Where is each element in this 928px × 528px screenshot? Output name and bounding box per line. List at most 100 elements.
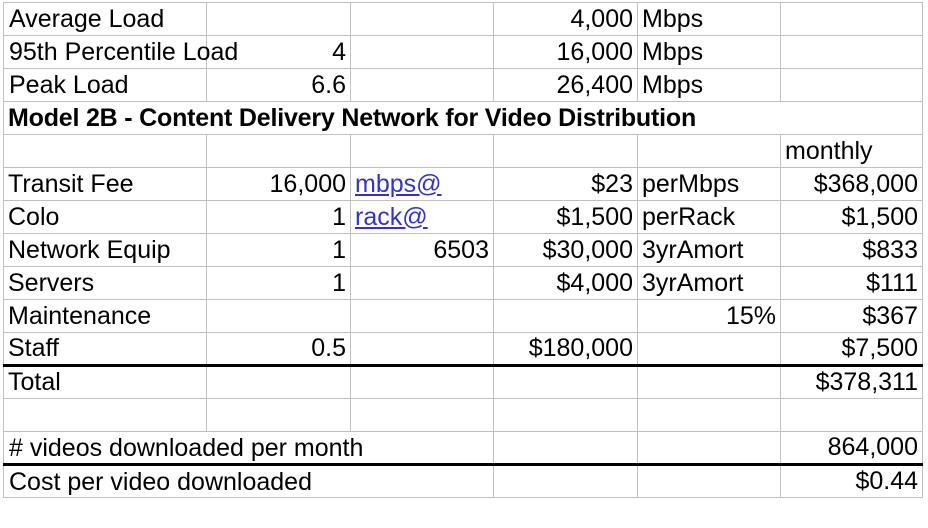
- cell-total-qty[interactable]: [206, 364, 351, 399]
- cell-cost-per-video-value[interactable]: $0.44: [780, 463, 923, 498]
- cell-network-equip-qty[interactable]: 1: [206, 233, 351, 267]
- cell-average-load-rate[interactable]: 4,000: [493, 2, 638, 36]
- cell-staff-monthly[interactable]: $7,500: [780, 332, 923, 366]
- cell-average-load-qty[interactable]: [206, 2, 351, 36]
- table-row[interactable]: Average Load 4,000 Mbps: [3, 2, 923, 36]
- cell-transit-fee-basis[interactable]: perMbps: [637, 167, 781, 201]
- cell-text: Cost per video downloaded: [9, 467, 312, 496]
- link-rack-at[interactable]: rack@: [355, 203, 428, 231]
- cell-95th-percentile-load-label[interactable]: 95th Percentile Load: [3, 35, 238, 69]
- table-row-spacer[interactable]: [3, 398, 923, 432]
- cell-cost-per-video-d[interactable]: [493, 463, 638, 498]
- cell-header-blank-d[interactable]: [493, 134, 638, 168]
- cell-transit-fee-label[interactable]: Transit Fee: [3, 167, 207, 201]
- cell-maintenance-rate[interactable]: [493, 299, 638, 333]
- cell-spacer-c[interactable]: [350, 398, 494, 432]
- table-row[interactable]: Colo 1 rack@ $1,500 perRack $1,500: [3, 200, 923, 234]
- cell-95th-percentile-load-basis[interactable]: Mbps: [637, 35, 781, 69]
- cell-maintenance-unit[interactable]: [350, 299, 494, 333]
- table-row[interactable]: Servers 1 $4,000 3yrAmort $111: [3, 266, 923, 300]
- table-row-model-title[interactable]: Model 2B - Content Delivery Network for …: [3, 101, 923, 135]
- cell-transit-fee-rate[interactable]: $23: [493, 167, 638, 201]
- cell-colo-rate[interactable]: $1,500: [493, 200, 638, 234]
- cell-95th-percentile-load-rate[interactable]: 16,000: [493, 35, 638, 69]
- cell-95th-percentile-load-monthly[interactable]: [780, 35, 923, 69]
- table-row[interactable]: # videos downloaded per month 864,000: [3, 431, 923, 465]
- table-row[interactable]: 95th Percentile Load 4 16,000 Mbps: [3, 35, 923, 69]
- table-row-total[interactable]: Total $378,311: [3, 364, 923, 399]
- cell-staff-unit[interactable]: [350, 332, 494, 366]
- cell-transit-fee-qty[interactable]: 16,000: [206, 167, 351, 201]
- cell-average-load-label[interactable]: Average Load: [3, 2, 207, 36]
- cell-average-load-monthly[interactable]: [780, 2, 923, 36]
- cell-network-equip-label[interactable]: Network Equip: [3, 233, 207, 267]
- cell-header-blank-a[interactable]: [3, 134, 207, 168]
- cell-colo-qty[interactable]: 1: [206, 200, 351, 234]
- table-row[interactable]: Staff 0.5 $180,000 $7,500: [3, 332, 923, 366]
- cell-95th-percentile-load-unit[interactable]: [350, 35, 494, 69]
- cell-spacer-d[interactable]: [493, 398, 638, 432]
- cell-text: # videos downloaded per month: [9, 433, 364, 462]
- table-row[interactable]: Network Equip 1 6503 $30,000 3yrAmort $8…: [3, 233, 923, 267]
- cell-servers-monthly[interactable]: $111: [780, 266, 923, 300]
- cell-staff-rate[interactable]: $180,000: [493, 332, 638, 366]
- table-row[interactable]: monthly: [3, 134, 923, 168]
- cell-maintenance-basis[interactable]: 15%: [637, 299, 781, 333]
- cell-peak-load-basis[interactable]: Mbps: [637, 68, 781, 102]
- cell-peak-load-rate[interactable]: 26,400: [493, 68, 638, 102]
- cell-total-monthly[interactable]: $378,311: [780, 364, 923, 399]
- cell-videos-downloaded-d[interactable]: [493, 431, 638, 465]
- cell-cost-per-video-e[interactable]: [637, 463, 781, 498]
- spreadsheet-grid[interactable]: Average Load 4,000 Mbps 95th Percentile …: [3, 2, 923, 498]
- table-row[interactable]: Transit Fee 16,000 mbps@ $23 perMbps $36…: [3, 167, 923, 201]
- cell-colo-label[interactable]: Colo: [3, 200, 207, 234]
- cell-transit-fee-monthly[interactable]: $368,000: [780, 167, 923, 201]
- cell-servers-basis[interactable]: 3yrAmort: [637, 266, 781, 300]
- cell-servers-unit[interactable]: [350, 266, 494, 300]
- table-row[interactable]: Maintenance 15% $367: [3, 299, 923, 333]
- cell-total-unit[interactable]: [350, 364, 494, 399]
- cell-header-blank-b[interactable]: [206, 134, 351, 168]
- cell-maintenance-label[interactable]: Maintenance: [3, 299, 207, 333]
- cell-colo-unit[interactable]: rack@: [350, 200, 494, 234]
- cell-maintenance-qty[interactable]: [206, 299, 351, 333]
- cell-colo-basis[interactable]: perRack: [637, 200, 781, 234]
- table-row-cost-per-video[interactable]: Cost per video downloaded $0.44: [3, 463, 923, 498]
- cell-network-equip-basis[interactable]: 3yrAmort: [637, 233, 781, 267]
- cell-peak-load-qty[interactable]: 6.6: [206, 68, 351, 102]
- cell-network-equip-unit[interactable]: 6503: [350, 233, 494, 267]
- cell-cost-per-video-label[interactable]: Cost per video downloaded: [3, 463, 494, 498]
- cell-servers-label[interactable]: Servers: [3, 266, 207, 300]
- cell-network-equip-rate[interactable]: $30,000: [493, 233, 638, 267]
- cell-videos-downloaded-e[interactable]: [637, 431, 781, 465]
- cell-colo-monthly[interactable]: $1,500: [780, 200, 923, 234]
- table-row[interactable]: Peak Load 6.6 26,400 Mbps: [3, 68, 923, 102]
- cell-videos-downloaded-value[interactable]: 864,000: [780, 431, 923, 465]
- cell-spacer-a[interactable]: [3, 398, 207, 432]
- cell-total-basis[interactable]: [637, 364, 781, 399]
- cell-transit-fee-unit[interactable]: mbps@: [350, 167, 494, 201]
- cell-average-load-unit[interactable]: [350, 2, 494, 36]
- cell-servers-rate[interactable]: $4,000: [493, 266, 638, 300]
- cell-videos-downloaded-label[interactable]: # videos downloaded per month: [3, 431, 494, 465]
- cell-peak-load-unit[interactable]: [350, 68, 494, 102]
- spreadsheet-sheet[interactable]: Average Load 4,000 Mbps 95th Percentile …: [3, 2, 923, 498]
- cell-header-monthly[interactable]: monthly: [780, 134, 923, 168]
- cell-peak-load-label[interactable]: Peak Load: [3, 68, 207, 102]
- cell-servers-qty[interactable]: 1: [206, 266, 351, 300]
- cell-maintenance-monthly[interactable]: $367: [780, 299, 923, 333]
- cell-peak-load-monthly[interactable]: [780, 68, 923, 102]
- link-mbps-at[interactable]: mbps@: [355, 170, 442, 198]
- cell-header-blank-e[interactable]: [637, 134, 781, 168]
- cell-spacer-f[interactable]: [780, 398, 923, 432]
- cell-total-label[interactable]: Total: [3, 364, 207, 399]
- cell-network-equip-monthly[interactable]: $833: [780, 233, 923, 267]
- cell-staff-label[interactable]: Staff: [3, 332, 207, 366]
- cell-spacer-b[interactable]: [206, 398, 351, 432]
- cell-spacer-e[interactable]: [637, 398, 781, 432]
- cell-staff-qty[interactable]: 0.5: [206, 332, 351, 366]
- cell-staff-basis[interactable]: [637, 332, 781, 366]
- cell-total-rate[interactable]: [493, 364, 638, 399]
- cell-header-blank-c[interactable]: [350, 134, 494, 168]
- cell-average-load-basis[interactable]: Mbps: [637, 2, 781, 36]
